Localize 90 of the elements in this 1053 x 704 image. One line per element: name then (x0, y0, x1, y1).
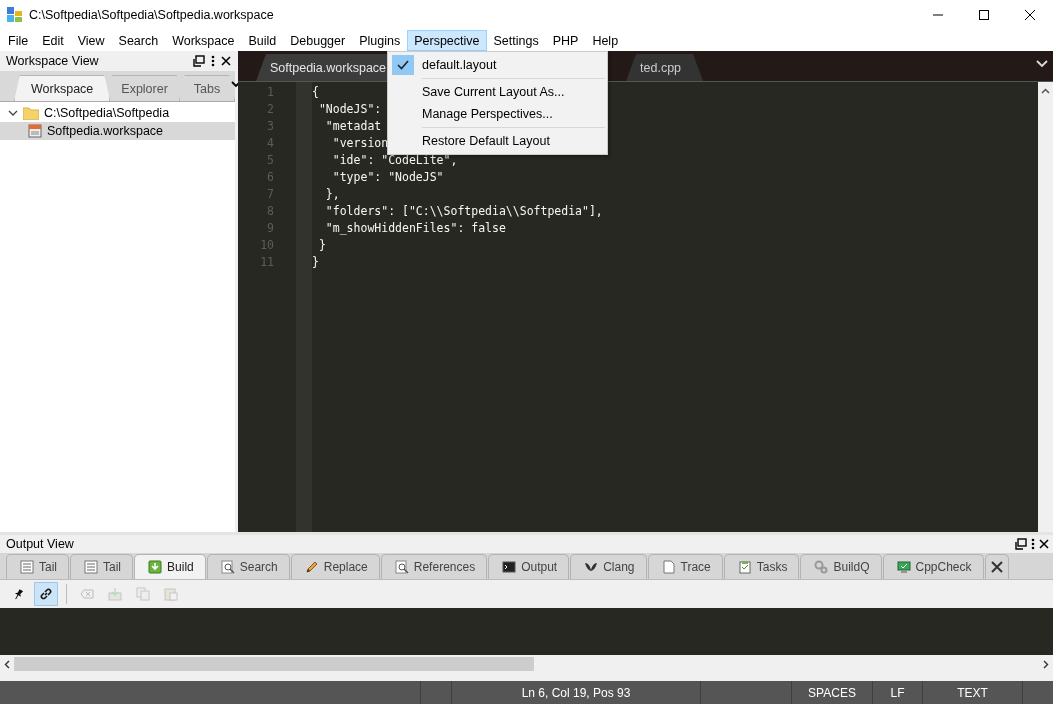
code-line: "m_showHiddenFiles": false (324, 221, 506, 235)
vertical-scrollbar[interactable] (1038, 82, 1053, 532)
more-options-icon (1031, 538, 1035, 550)
workspace-file-icon (28, 124, 42, 138)
status-text: Ln 6, Col 19, Pos 93 (451, 681, 700, 704)
menu-item[interactable]: Debugger (283, 30, 353, 51)
code-line: "type": "NodeJS" (331, 170, 444, 184)
tree-item-label: C:\Softpedia\Softpedia (44, 105, 170, 122)
output-tab[interactable]: Tail (6, 554, 69, 579)
scroll-right-icon (1043, 659, 1049, 669)
copy-icon (136, 587, 150, 601)
menu-entry[interactable]: Manage Perspectives... (388, 103, 607, 125)
code-line: } (317, 238, 326, 252)
output-tab[interactable]: Tasks (723, 554, 800, 579)
menu-item[interactable]: Search (111, 30, 166, 51)
page-icon (661, 560, 676, 574)
tree-row[interactable]: C:\Softpedia\Softpedia (0, 104, 235, 122)
output-tab[interactable]: Output (488, 554, 570, 579)
status-text: LF (872, 681, 922, 704)
code-line: { (312, 85, 319, 99)
output-tab[interactable]: Replace (290, 554, 380, 579)
tree-row[interactable]: Softpedia.workspace (0, 122, 235, 140)
output-tab[interactable]: References (380, 554, 488, 579)
list-icon (84, 560, 98, 574)
panel-tab[interactable]: Workspace (14, 75, 111, 101)
code-line: "ide": "CodeLite", (331, 153, 458, 167)
paste-icon (164, 587, 178, 601)
output-tab[interactable]: Clang (570, 554, 647, 579)
magnifier-icon (394, 560, 409, 574)
panel-title: Workspace View (6, 54, 100, 68)
close-icon (221, 56, 231, 66)
code-line: "metadat (324, 119, 382, 133)
folder-icon (23, 106, 39, 120)
clipboard-icon (737, 560, 752, 574)
magnifier-icon (220, 560, 235, 574)
download-icon (148, 560, 163, 574)
menu-item[interactable]: View (70, 30, 112, 51)
menu-item[interactable]: File (1, 30, 36, 51)
code-line: } (312, 255, 319, 269)
checkmark-icon (397, 60, 409, 70)
menu-item[interactable]: Plugins (352, 30, 408, 51)
output-tab[interactable]: Trace (647, 554, 723, 579)
terminal-icon (502, 560, 517, 574)
output-tab[interactable]: CppCheck (882, 554, 984, 579)
float-window-icon (193, 55, 205, 67)
menu-item[interactable]: Perspective (407, 30, 487, 51)
output-tab[interactable]: Search (206, 554, 290, 579)
code-line: "folders": ["C:\\Softpedia\\Softpedia"], (324, 204, 603, 218)
wings-icon (584, 560, 599, 574)
chevron-down-icon (1036, 60, 1048, 68)
menu-item[interactable]: Settings (486, 30, 546, 51)
link-button[interactable] (34, 582, 58, 606)
link-icon (39, 587, 53, 601)
scroll-up-icon (1041, 88, 1050, 94)
chevron-down-icon (8, 109, 18, 117)
more-options-icon (211, 55, 215, 67)
menu-item[interactable]: Workspace (165, 30, 242, 51)
output-tab[interactable]: BuildQ (800, 554, 882, 579)
code-line: }, (324, 187, 340, 201)
tree-item-label: Softpedia.workspace (47, 123, 164, 140)
window-title: C:\Softpedia\Softpedia\Softpedia.workspace (29, 8, 275, 22)
monitor-icon (896, 560, 911, 574)
menu-item[interactable]: Help (585, 30, 626, 51)
output-tab[interactable] (984, 554, 1009, 579)
app-logo-icon (7, 7, 23, 23)
gears-icon (814, 560, 829, 574)
maximize-icon[interactable] (978, 9, 990, 21)
panel-title: Output View (6, 537, 75, 551)
menu-entry[interactable]: Save Current Layout As... (388, 81, 607, 103)
panel-tab[interactable]: Tabs (178, 75, 236, 101)
status-text: TEXT (922, 681, 1022, 704)
code-line: "NodeJS": (317, 102, 382, 116)
pin-icon (12, 588, 24, 600)
close-icon[interactable] (1024, 9, 1036, 21)
save-icon (108, 587, 122, 601)
status-text: SPACES (791, 681, 872, 704)
close-icon (1039, 539, 1049, 549)
output-tab[interactable]: Build (134, 554, 206, 579)
menu-item[interactable]: PHP (545, 30, 586, 51)
menu-entry[interactable]: Restore Default Layout (388, 130, 607, 152)
list-icon (20, 560, 34, 574)
float-window-icon (1015, 538, 1027, 550)
code-line: "version (331, 136, 389, 150)
clear-icon (80, 588, 94, 600)
editor-tab[interactable]: ted.cpp (626, 54, 704, 81)
output-tab[interactable]: Tail (70, 554, 134, 579)
scroll-left-icon (4, 659, 10, 669)
menu-item[interactable]: Build (241, 30, 284, 51)
pencil-icon (304, 560, 319, 574)
menu-item[interactable]: Edit (35, 30, 71, 51)
